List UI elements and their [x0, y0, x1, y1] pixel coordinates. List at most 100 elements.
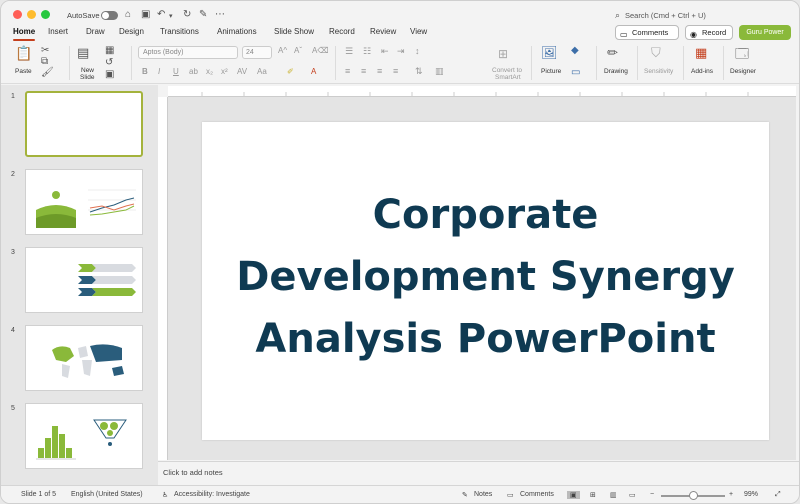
format-painter-icon[interactable]: 🖌 [41, 67, 54, 78]
tab-record[interactable]: Record [329, 27, 355, 36]
character-spacing-icon[interactable]: AV [237, 67, 247, 76]
separator [131, 46, 132, 80]
slide-thumbnail-5[interactable] [25, 403, 143, 469]
clear-format-icon[interactable]: A⌫ [312, 46, 329, 55]
copy-icon[interactable]: ⧉ [41, 56, 48, 67]
zoom-out-icon[interactable]: − [650, 491, 654, 498]
columns-icon[interactable]: ▥ [435, 66, 444, 77]
autosave-toggle[interactable] [101, 11, 118, 20]
ribbon-home: 📋 Paste ✂ ⧉ 🖌 ▤ New Slide ▦ ↺ ▣ Aptos (B… [1, 42, 799, 84]
fit-slide-icon[interactable]: ⤢ [775, 491, 781, 499]
tab-view[interactable]: View [410, 27, 427, 36]
more-icon[interactable]: ⋯ [215, 9, 225, 21]
tab-slide-show[interactable]: Slide Show [274, 27, 314, 36]
strikethrough-icon[interactable]: ab [189, 67, 198, 76]
justify-icon[interactable]: ≡ [393, 66, 398, 76]
home-icon[interactable]: ⌂ [125, 9, 131, 21]
add-ins-icon[interactable]: ▦ [695, 45, 707, 61]
add-ins-label: Add-ins [691, 68, 714, 75]
text-box-icon[interactable]: ▭ [571, 67, 580, 78]
slide-thumbnail-2[interactable] [25, 169, 143, 235]
tab-review[interactable]: Review [370, 27, 396, 36]
italic-icon[interactable]: I [158, 67, 160, 76]
zoom-slider-handle[interactable] [689, 491, 698, 500]
font-size-select[interactable]: 24 [242, 46, 272, 59]
slideshow-view-icon[interactable]: ▭ [629, 491, 636, 499]
slide-thumbnail-4[interactable] [25, 325, 143, 391]
bold-icon[interactable]: B [142, 67, 148, 76]
close-window-button[interactable] [13, 10, 22, 19]
record-button[interactable]: ◉ Record [685, 25, 733, 40]
separator [531, 46, 532, 80]
font-name-select[interactable]: Aptos (Body) [138, 46, 238, 59]
undo-icon[interactable]: ↶ [157, 9, 165, 21]
tab-animations[interactable]: Animations [217, 27, 257, 36]
normal-view-icon[interactable]: ▣ [567, 491, 580, 499]
align-left-icon[interactable]: ≡ [345, 66, 350, 76]
chevron-down-icon[interactable]: ▾ [169, 11, 173, 23]
zoom-in-icon[interactable]: + [729, 491, 733, 498]
decrease-font-icon[interactable]: Aˇ [294, 46, 302, 55]
layout-icon[interactable]: ▦ [105, 45, 114, 56]
minimize-window-button[interactable] [27, 10, 36, 19]
underline-icon[interactable]: U [173, 67, 179, 76]
highlight-icon[interactable]: ✐ [287, 67, 294, 76]
thumbnail-graphic [36, 419, 127, 460]
align-right-icon[interactable]: ≡ [377, 66, 382, 76]
section-icon[interactable]: ▣ [105, 69, 114, 80]
numbering-icon[interactable]: ☷ [363, 46, 371, 57]
line-spacing-icon[interactable]: ↕ [415, 46, 420, 56]
save-icon[interactable]: ▣ [141, 9, 150, 21]
tab-transitions[interactable]: Transitions [160, 27, 199, 36]
paste-icon[interactable]: 📋 [15, 45, 32, 62]
reset-icon[interactable]: ↺ [105, 57, 113, 68]
tab-insert[interactable]: Insert [48, 27, 68, 36]
separator [637, 46, 638, 80]
notes-pane[interactable]: Click to add notes [158, 461, 799, 485]
language-indicator[interactable]: English (United States) [71, 491, 143, 498]
font-color-icon[interactable]: A [311, 67, 316, 76]
shapes-icon[interactable]: ◆ [571, 45, 579, 56]
decrease-indent-icon[interactable]: ⇤ [381, 46, 389, 57]
sensitivity-icon[interactable]: ⛉ [651, 45, 661, 61]
slide-sorter-icon[interactable]: ⊞ [590, 491, 596, 499]
accessibility-status[interactable]: Accessibility: Investigate [174, 491, 250, 498]
tab-draw[interactable]: Draw [86, 27, 105, 36]
picture-icon[interactable]: 🖼 [541, 45, 558, 61]
superscript-icon[interactable]: x² [221, 67, 228, 76]
guru-power-button[interactable]: Guru Power [739, 25, 791, 40]
ribbon-tabs: Home Insert Draw Design Transitions Anim… [1, 25, 799, 41]
text-direction-icon[interactable]: ⇅ [415, 66, 423, 77]
cut-icon[interactable]: ✂ [41, 45, 49, 56]
smartart-icon[interactable]: ⊞ [498, 47, 508, 61]
bullets-icon[interactable]: ☰ [345, 46, 353, 57]
increase-indent-icon[interactable]: ⇥ [397, 46, 405, 57]
new-slide-label-2: Slide [80, 74, 95, 81]
notes-toggle-button[interactable]: Notes [474, 491, 492, 498]
tab-home[interactable]: Home [13, 27, 36, 41]
align-center-icon[interactable]: ≡ [361, 66, 366, 76]
subscript-icon[interactable]: x₂ [206, 67, 213, 76]
zoom-level[interactable]: 99% [744, 491, 758, 498]
slide-title[interactable]: Corporate Development Synergy Analysis P… [202, 184, 769, 370]
slide-thumbnail-3[interactable] [25, 247, 143, 313]
reading-view-icon[interactable]: ▥ [610, 491, 617, 499]
redo-icon[interactable]: ↻ [183, 9, 191, 21]
separator [335, 46, 336, 80]
format-painter-icon[interactable]: ✎ [199, 9, 207, 21]
zoom-window-button[interactable] [41, 10, 50, 19]
increase-font-icon[interactable]: A^ [278, 46, 287, 55]
drawing-icon[interactable]: ✏ [607, 45, 618, 61]
tab-design[interactable]: Design [119, 27, 144, 36]
thumbnail-graphic [78, 264, 136, 296]
drawing-label: Drawing [604, 68, 628, 75]
comments-toggle-button[interactable]: Comments [520, 491, 554, 498]
comments-button[interactable]: ▭ Comments [615, 25, 679, 40]
slide-1[interactable]: Corporate Development Synergy Analysis P… [202, 122, 769, 440]
new-slide-icon[interactable]: ▤ [77, 45, 89, 61]
designer-icon[interactable]: 🗔 [735, 45, 749, 67]
slide-thumbnail-1[interactable] [25, 91, 143, 157]
change-case-icon[interactable]: Aa [257, 67, 267, 76]
search-input[interactable]: Search (Cmd + Ctrl + U) [625, 11, 706, 20]
separator [69, 46, 70, 80]
